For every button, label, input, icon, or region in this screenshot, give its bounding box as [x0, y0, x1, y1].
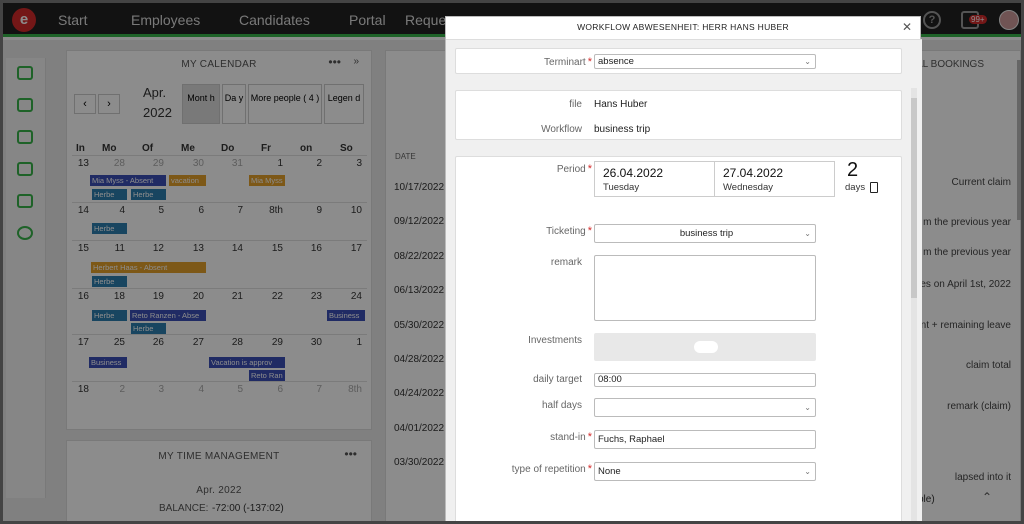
details-card: Period * 26.04.2022 Tuesday 27.04.2022 We…: [455, 156, 902, 521]
remark-textarea[interactable]: [594, 255, 816, 321]
chevron-down-icon: ⌄: [804, 467, 811, 476]
period-start[interactable]: 26.04.2022 Tuesday: [595, 162, 715, 196]
half-days-label: half days: [541, 400, 582, 411]
repetition-label: type of repetition *: [511, 463, 592, 475]
workflow-modal: WORKFLOW ABWESENHEIT: HERR HANS HUBER ✕ …: [445, 16, 922, 521]
period-label: Period *: [556, 163, 592, 175]
modal-scrollbar[interactable]: [911, 88, 917, 521]
remark-label: remark: [550, 257, 582, 268]
workflow-value: business trip: [594, 124, 651, 135]
app-frame: e Start Employees Candidates Portal Requ…: [0, 0, 1024, 524]
chevron-down-icon: ⌄: [804, 57, 811, 66]
period-start-day: Tuesday: [603, 182, 640, 193]
file-value: Hans Huber: [594, 99, 648, 110]
terminart-card: Terminart * absence ⌄: [455, 48, 902, 74]
period-checkbox[interactable]: [870, 182, 878, 193]
terminart-label: Terminart *: [544, 56, 592, 68]
daily-target-label: daily target: [533, 374, 582, 385]
period-day-count: 2: [847, 159, 859, 181]
ticketing-label: Ticketing *: [546, 225, 592, 237]
terminart-select[interactable]: absence ⌄: [594, 54, 816, 69]
modal-body: Terminart * absence ⌄ file Hans Huber Work…: [446, 39, 922, 521]
investments-upload[interactable]: [594, 333, 816, 361]
cloud-icon: [694, 341, 718, 353]
scrollbar-thumb[interactable]: [911, 98, 917, 298]
file-card: file Hans Huber Workflow business trip: [455, 90, 902, 140]
modal-title: WORKFLOW ABWESENHEIT: HERR HANS HUBER: [577, 22, 789, 32]
period-end-date: 27.04.2022: [723, 166, 784, 180]
workflow-label: Workflow: [541, 124, 582, 135]
close-icon[interactable]: ✕: [902, 20, 912, 34]
half-days-select[interactable]: ⌄: [594, 398, 816, 417]
period-end[interactable]: 27.04.2022 Wednesday: [715, 162, 834, 196]
daily-target-input[interactable]: 08:00: [594, 373, 816, 387]
chevron-down-icon: ⌄: [804, 229, 811, 238]
period-start-date: 26.04.2022: [603, 166, 664, 180]
period-range[interactable]: 26.04.2022 Tuesday 27.04.2022 Wednesday: [594, 161, 835, 197]
chevron-down-icon: ⌄: [804, 403, 811, 412]
period-end-day: Wednesday: [723, 182, 773, 193]
standin-label: stand-in *: [550, 431, 592, 443]
standin-input[interactable]: Fuchs, Raphael: [594, 430, 816, 449]
repetition-select[interactable]: None ⌄: [594, 462, 816, 481]
period-unit: days: [845, 182, 866, 193]
file-label: file: [569, 99, 582, 110]
ticketing-select[interactable]: business trip ⌄: [594, 224, 816, 243]
investments-label: Investments: [528, 335, 582, 346]
